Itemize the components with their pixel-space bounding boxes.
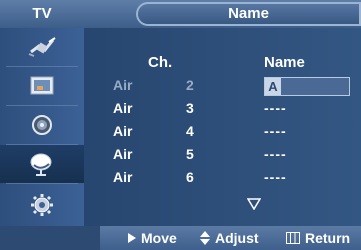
channel-number: 4 bbox=[186, 123, 194, 139]
channel-name: ---- bbox=[264, 169, 287, 185]
help-bar-left-strip bbox=[0, 226, 100, 250]
channel-source: Air bbox=[113, 123, 133, 139]
sidebar-item-channel[interactable] bbox=[0, 145, 84, 183]
hint-move: Move bbox=[128, 226, 177, 250]
page-title: Name bbox=[228, 5, 269, 22]
sidebar-item-picture[interactable] bbox=[0, 67, 84, 105]
antenna-plug-icon bbox=[28, 37, 56, 57]
sound-icon bbox=[32, 115, 52, 135]
picture-icon bbox=[30, 76, 54, 95]
tv-osd-menu: TV Name Ch. Name Air 2 A Air 3 ---- Air … bbox=[0, 0, 361, 250]
hint-adjust-label: Adjust bbox=[215, 230, 259, 246]
hint-adjust: Adjust bbox=[200, 226, 259, 250]
channel-source: Air bbox=[113, 146, 133, 162]
channel-row[interactable]: Air 4 ---- bbox=[84, 120, 361, 142]
hint-return-label: Return bbox=[305, 230, 351, 246]
channel-number: 2 bbox=[186, 77, 194, 93]
channel-row[interactable]: Air 6 ---- bbox=[84, 166, 361, 188]
column-header-channel: Ch. bbox=[148, 54, 173, 71]
return-menu-icon bbox=[286, 232, 300, 244]
sidebar-item-setup[interactable] bbox=[0, 186, 84, 224]
name-edit-cursor: A bbox=[265, 78, 281, 95]
channel-number: 6 bbox=[186, 169, 194, 185]
channel-row[interactable]: Air 2 A bbox=[84, 74, 361, 96]
column-header-name: Name bbox=[264, 54, 305, 71]
channel-row[interactable]: Air 5 ---- bbox=[84, 143, 361, 165]
sidebar-divider bbox=[6, 183, 78, 184]
channel-satellite-icon bbox=[30, 153, 52, 176]
channel-name-panel: Ch. Name Air 2 A Air 3 ---- Air 4 ---- A… bbox=[84, 28, 361, 226]
sidebar-item-input[interactable] bbox=[0, 28, 84, 66]
channel-name: ---- bbox=[264, 146, 287, 162]
scroll-down-icon[interactable] bbox=[247, 198, 261, 210]
channel-name-field[interactable]: A bbox=[264, 77, 350, 96]
sidebar-item-sound[interactable] bbox=[0, 106, 84, 144]
channel-source: Air bbox=[113, 100, 133, 116]
title-bar: TV Name bbox=[0, 0, 361, 28]
source-label: TV bbox=[32, 5, 52, 22]
channel-number: 5 bbox=[186, 146, 194, 162]
title-pill: Name bbox=[136, 2, 361, 26]
channel-source: Air bbox=[113, 169, 133, 185]
channel-row[interactable]: Air 3 ---- bbox=[84, 97, 361, 119]
channel-name: ---- bbox=[264, 123, 287, 139]
menu-sidebar bbox=[0, 28, 84, 226]
play-right-icon bbox=[128, 233, 136, 243]
up-down-arrows-icon bbox=[200, 231, 210, 245]
hint-return: Return bbox=[286, 226, 350, 250]
hint-move-label: Move bbox=[141, 230, 177, 246]
setup-gear-icon bbox=[31, 194, 53, 216]
channel-number: 3 bbox=[186, 100, 194, 116]
channel-source: Air bbox=[113, 77, 133, 93]
channel-name: ---- bbox=[264, 100, 287, 116]
